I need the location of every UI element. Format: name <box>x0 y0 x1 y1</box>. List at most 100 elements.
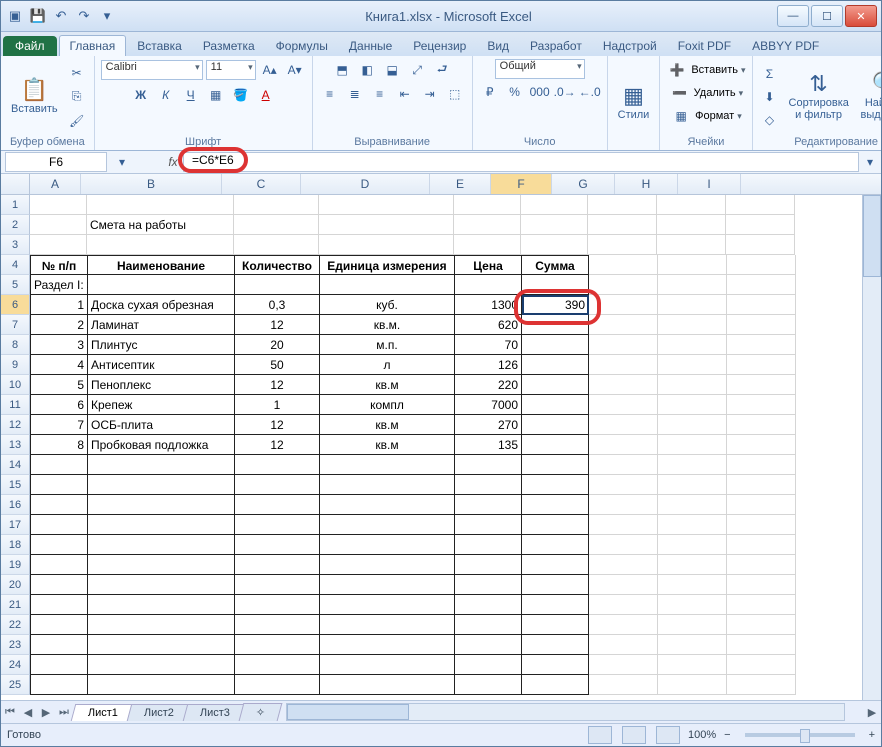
delete-cell-button[interactable]: ➖ <box>669 82 691 104</box>
cell-H2[interactable] <box>657 215 726 235</box>
cell-D2[interactable] <box>319 215 454 235</box>
cell-G6[interactable] <box>589 295 658 315</box>
cell-G11[interactable] <box>589 395 658 415</box>
tab-formulas[interactable]: Формулы <box>266 36 338 56</box>
cell-C1[interactable] <box>234 195 319 215</box>
row-header[interactable]: 20 <box>1 575 30 595</box>
increase-decimal-button[interactable]: .0→ <box>554 81 576 103</box>
insert-cell-button[interactable]: ➕ <box>666 59 688 81</box>
cell-D9[interactable]: л <box>320 355 455 375</box>
col-header-F[interactable]: F <box>491 174 552 194</box>
cell-D12[interactable]: кв.м <box>320 415 455 435</box>
row-header[interactable]: 16 <box>1 495 30 515</box>
cell-G9[interactable] <box>589 355 658 375</box>
decrease-indent-button[interactable]: ⇤ <box>394 83 416 105</box>
cell-B6[interactable]: Доска сухая обрезная <box>88 295 235 315</box>
cell-I17[interactable] <box>727 515 796 535</box>
cell-D4[interactable]: Единица измерения <box>320 255 455 275</box>
cell-C17[interactable] <box>235 515 320 535</box>
align-left-button[interactable]: ≡ <box>319 83 341 105</box>
close-button[interactable]: ✕ <box>845 5 877 27</box>
cell-D7[interactable]: кв.м. <box>320 315 455 335</box>
cell-E20[interactable] <box>455 575 522 595</box>
col-header-E[interactable]: E <box>430 174 491 194</box>
cell-C19[interactable] <box>235 555 320 575</box>
tab-addins[interactable]: Надстрой <box>593 36 667 56</box>
cell-A1[interactable] <box>30 195 87 215</box>
horizontal-scrollbar[interactable] <box>286 703 845 721</box>
vertical-scrollbar[interactable] <box>862 195 881 700</box>
cell-G7[interactable] <box>589 315 658 335</box>
cell-C13[interactable]: 12 <box>235 435 320 455</box>
cell-A8[interactable]: 3 <box>30 335 88 355</box>
cell-E22[interactable] <box>455 615 522 635</box>
cell-B8[interactable]: Плинтус <box>88 335 235 355</box>
italic-button[interactable]: К <box>155 84 177 106</box>
row-header[interactable]: 23 <box>1 635 30 655</box>
row-header[interactable]: 21 <box>1 595 30 615</box>
cell-B25[interactable] <box>88 675 235 695</box>
cell-F7[interactable] <box>522 315 589 335</box>
cell-B17[interactable] <box>88 515 235 535</box>
cell-B15[interactable] <box>88 475 235 495</box>
cell-C12[interactable]: 12 <box>235 415 320 435</box>
cell-I24[interactable] <box>727 655 796 675</box>
bold-button[interactable]: Ж <box>130 84 152 106</box>
cell-I19[interactable] <box>727 555 796 575</box>
cell-A3[interactable] <box>30 235 87 255</box>
sheet-tab-1[interactable]: Лист1 <box>71 704 136 721</box>
cell-E6[interactable]: 1300 <box>455 295 522 315</box>
cell-F24[interactable] <box>522 655 589 675</box>
cell-F3[interactable] <box>521 235 588 255</box>
cell-F1[interactable] <box>521 195 588 215</box>
cut-button[interactable]: ✂ <box>66 62 88 84</box>
cell-I21[interactable] <box>727 595 796 615</box>
cell-G20[interactable] <box>589 575 658 595</box>
cell-H21[interactable] <box>658 595 727 615</box>
row-header[interactable]: 5 <box>1 275 30 295</box>
cell-B2[interactable]: Смета на работы <box>87 215 234 235</box>
cell-D21[interactable] <box>320 595 455 615</box>
tab-file[interactable]: Файл <box>3 36 57 56</box>
cell-F8[interactable] <box>522 335 589 355</box>
cell-B13[interactable]: Пробковая подложка <box>88 435 235 455</box>
cell-E19[interactable] <box>455 555 522 575</box>
percent-button[interactable]: % <box>504 81 526 103</box>
wrap-text-button[interactable]: ⮐ <box>431 59 453 81</box>
cell-G25[interactable] <box>589 675 658 695</box>
hscroll-right[interactable]: ▶ <box>863 706 881 719</box>
view-layout-button[interactable] <box>622 726 646 744</box>
cell-H16[interactable] <box>658 495 727 515</box>
cell-D19[interactable] <box>320 555 455 575</box>
cell-G10[interactable] <box>589 375 658 395</box>
cell-I25[interactable] <box>727 675 796 695</box>
cell-B5[interactable] <box>88 275 235 295</box>
cell-H18[interactable] <box>658 535 727 555</box>
cell-D25[interactable] <box>320 675 455 695</box>
row-header[interactable]: 6 <box>1 295 30 315</box>
cell-D15[interactable] <box>320 475 455 495</box>
row-header[interactable]: 13 <box>1 435 30 455</box>
cell-A7[interactable]: 2 <box>30 315 88 335</box>
name-box[interactable]: F6 <box>5 152 107 172</box>
cell-C3[interactable] <box>234 235 319 255</box>
font-family-select[interactable]: Calibri <box>101 60 203 80</box>
view-normal-button[interactable] <box>588 726 612 744</box>
comma-button[interactable]: 000 <box>529 81 551 103</box>
col-header-C[interactable]: C <box>222 174 301 194</box>
cell-E23[interactable] <box>455 635 522 655</box>
cell-D6[interactable]: куб. <box>320 295 455 315</box>
cell-G21[interactable] <box>589 595 658 615</box>
underline-button[interactable]: Ч <box>180 84 202 106</box>
cell-I1[interactable] <box>726 195 795 215</box>
row-header[interactable]: 22 <box>1 615 30 635</box>
cell-H7[interactable] <box>658 315 727 335</box>
cell-H13[interactable] <box>658 435 727 455</box>
cell-C23[interactable] <box>235 635 320 655</box>
cell-I18[interactable] <box>727 535 796 555</box>
cell-C14[interactable] <box>235 455 320 475</box>
col-header-I[interactable]: I <box>678 174 741 194</box>
cell-E14[interactable] <box>455 455 522 475</box>
fill-color-button[interactable]: 🪣 <box>230 84 252 106</box>
zoom-in-button[interactable]: + <box>869 729 875 741</box>
